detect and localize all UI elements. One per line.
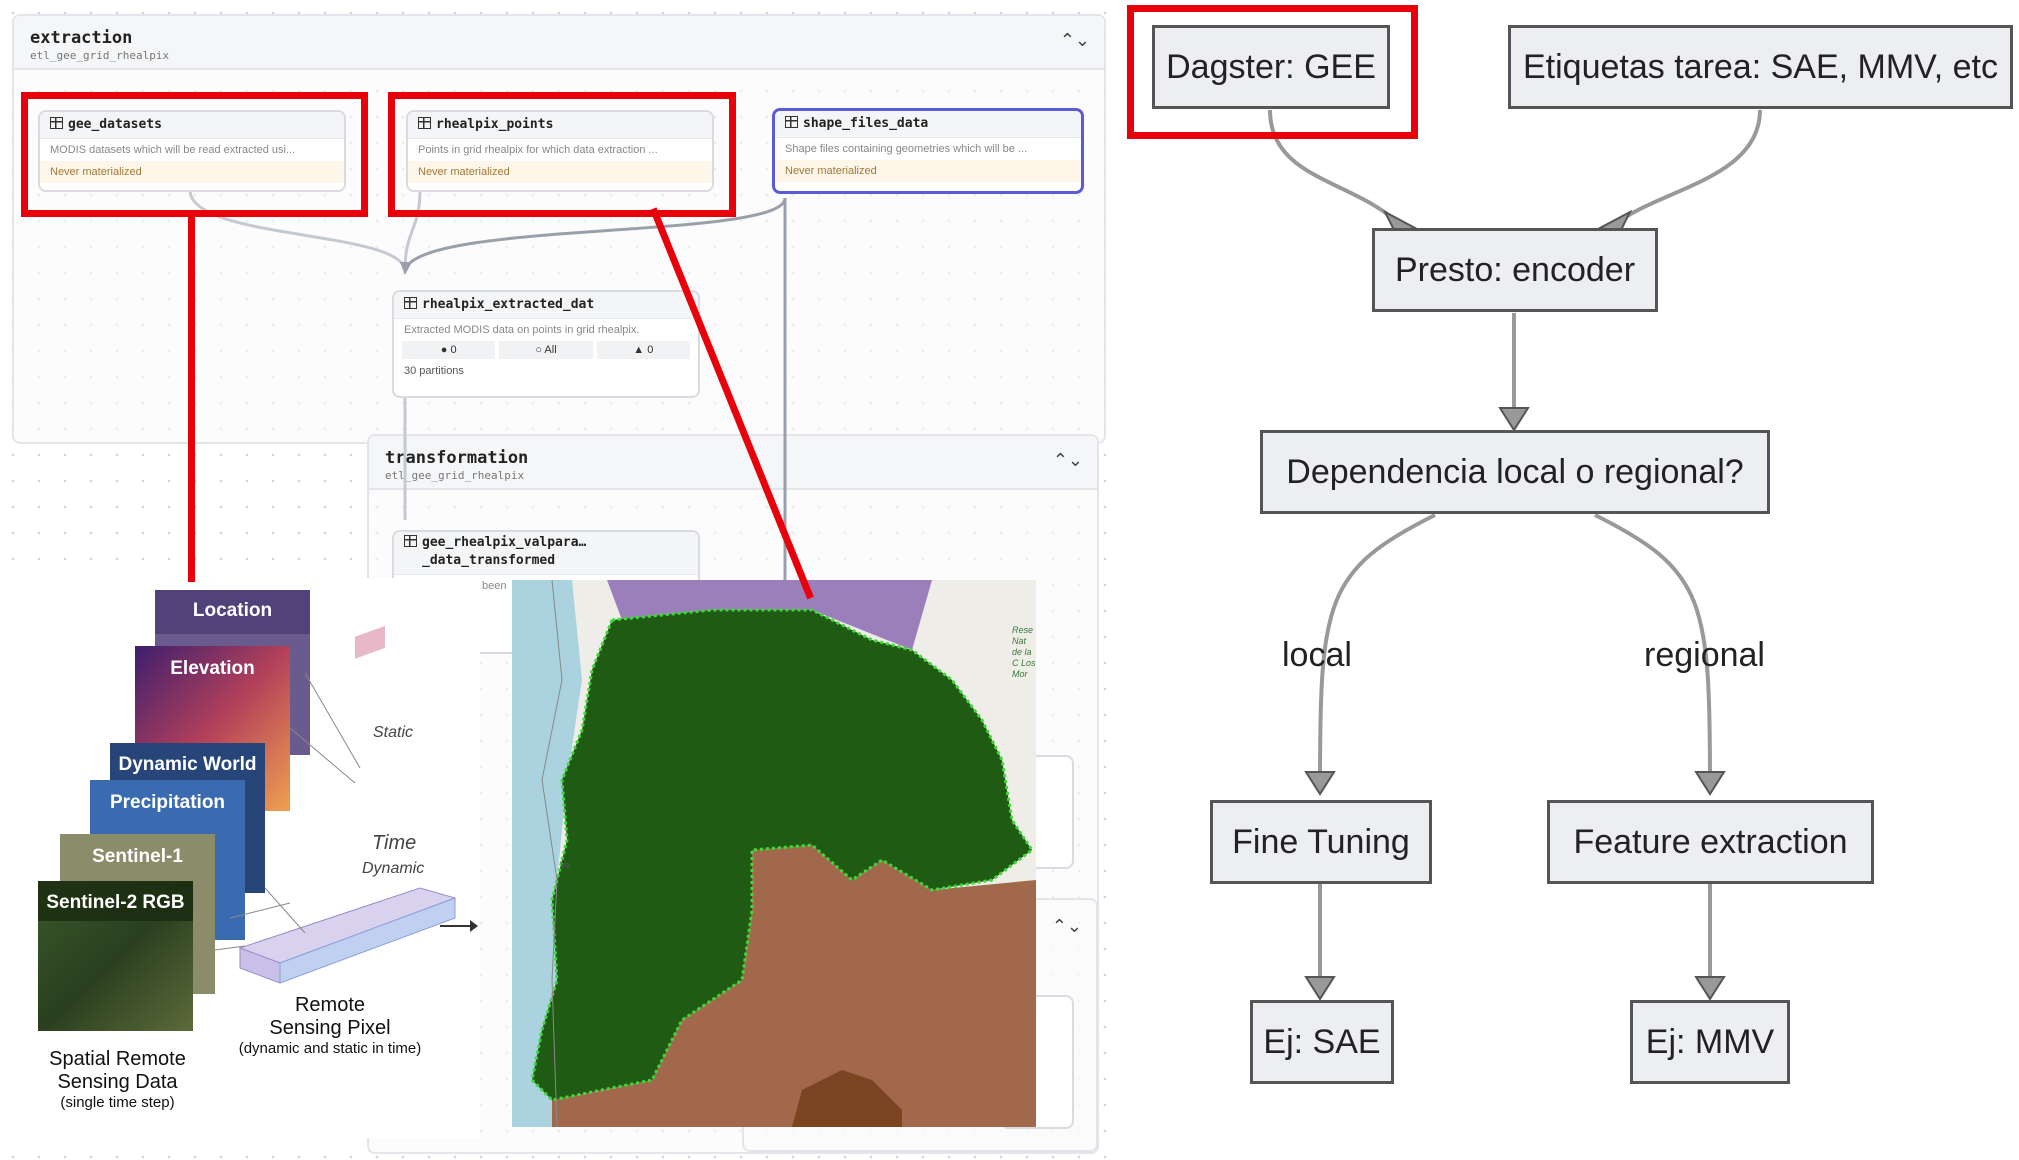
node-ej-mmv[interactable]: Ej: MMV — [1630, 1000, 1790, 1084]
arrowhead — [1694, 976, 1726, 1001]
pixel-label-line: Sensing Pixel — [269, 1017, 391, 1039]
node-fine-tuning[interactable]: Fine Tuning — [1210, 800, 1432, 884]
layer-label: Location — [192, 600, 273, 621]
partition-chip[interactable]: ▲ 0 — [596, 341, 690, 359]
dynamic-pixel-grid — [238, 887, 457, 984]
node-presto[interactable]: Presto: encoder — [1372, 228, 1658, 312]
map-partial-text: Rese Nat de la C Los Mor — [1012, 625, 1036, 679]
arrowhead — [1694, 771, 1726, 796]
dynamic-label: Dynamic — [362, 860, 425, 877]
layer-label: Sentinel-2 RGB — [46, 892, 185, 913]
edge-label-regional: regional — [1644, 636, 1765, 674]
chip-value: All — [544, 344, 557, 356]
pixel-label-line: Remote — [294, 994, 366, 1016]
asset-name-2: _data_transformed — [422, 553, 556, 568]
map-shapes — [530, 580, 1036, 1127]
layer-label: Sentinel-1 — [92, 846, 183, 867]
spatial-label-line: Sensing Data — [57, 1071, 178, 1093]
asset-name: gee_rhealpix_valpara… — [422, 535, 587, 550]
node-dagster-gee[interactable]: Dagster: GEE — [1152, 25, 1390, 109]
layer-label: Precipitation — [109, 792, 226, 813]
spatial-label-line: Spatial Remote — [49, 1048, 186, 1070]
node-dependencia[interactable]: Dependencia local o regional? — [1260, 430, 1770, 514]
node-feature-extraction[interactable]: Feature extraction — [1547, 800, 1874, 884]
pixel-label: Remote Sensing Pixel (dynamic and static… — [220, 994, 440, 1057]
arrowhead — [1304, 976, 1336, 1001]
chip-value: 0 — [450, 344, 457, 356]
edge — [400, 262, 412, 275]
map-partial-text: Va — [560, 860, 571, 870]
partitions-count: 30 partitions — [404, 365, 464, 377]
asset-desc: Extracted MODIS data on points in grid r… — [404, 324, 640, 336]
partition-chip[interactable]: ● 0 — [402, 341, 496, 359]
static-label: Static — [373, 724, 414, 741]
arrowhead — [1498, 407, 1530, 432]
layer-label: Elevation — [170, 658, 255, 679]
table-icon — [404, 535, 417, 547]
highlight-rhealpix-points — [388, 92, 736, 217]
table-icon — [404, 297, 417, 309]
asset-status: Never materialized — [775, 160, 1081, 182]
table-icon — [785, 116, 798, 128]
asset-desc: Shape files containing geometries which … — [785, 143, 1028, 155]
pixel-label-line: (dynamic and static in time) — [238, 1040, 422, 1057]
region-map: Rese Nat de la C Los Mor Va — [512, 580, 1036, 1127]
static-pixel-icon — [355, 625, 385, 659]
edge-label-local: local — [1282, 636, 1352, 674]
arrowhead — [1304, 771, 1336, 796]
node-etiquetas[interactable]: Etiquetas tarea: SAE, MMV, etc — [1508, 25, 2013, 109]
time-label: Time — [372, 832, 417, 854]
asset-shape-files-data[interactable]: shape_files_data Shape files containing … — [772, 108, 1084, 194]
spatial-label: Spatial Remote Sensing Data (single time… — [20, 1048, 215, 1111]
asset-rhealpix-extracted[interactable]: rhealpix_extracted_dat Extracted MODIS d… — [392, 290, 700, 398]
flowchart-edges — [1268, 109, 1762, 1001]
highlight-gee-datasets — [21, 92, 368, 217]
asset-name: rhealpix_extracted_dat — [422, 297, 595, 312]
chip-value: 0 — [647, 344, 654, 356]
spatial-label-line: (single time step) — [60, 1094, 175, 1111]
edge — [1613, 109, 1762, 227]
connector-line — [188, 214, 195, 582]
asset-name: shape_files_data — [803, 116, 929, 131]
presto-figure: Location Elevation Dynamic World Precipi… — [0, 578, 480, 1138]
node-ej-sae[interactable]: Ej: SAE — [1250, 1000, 1394, 1084]
layer-label: Dynamic World — [118, 754, 257, 775]
partition-chip[interactable]: ○ All — [499, 341, 593, 359]
